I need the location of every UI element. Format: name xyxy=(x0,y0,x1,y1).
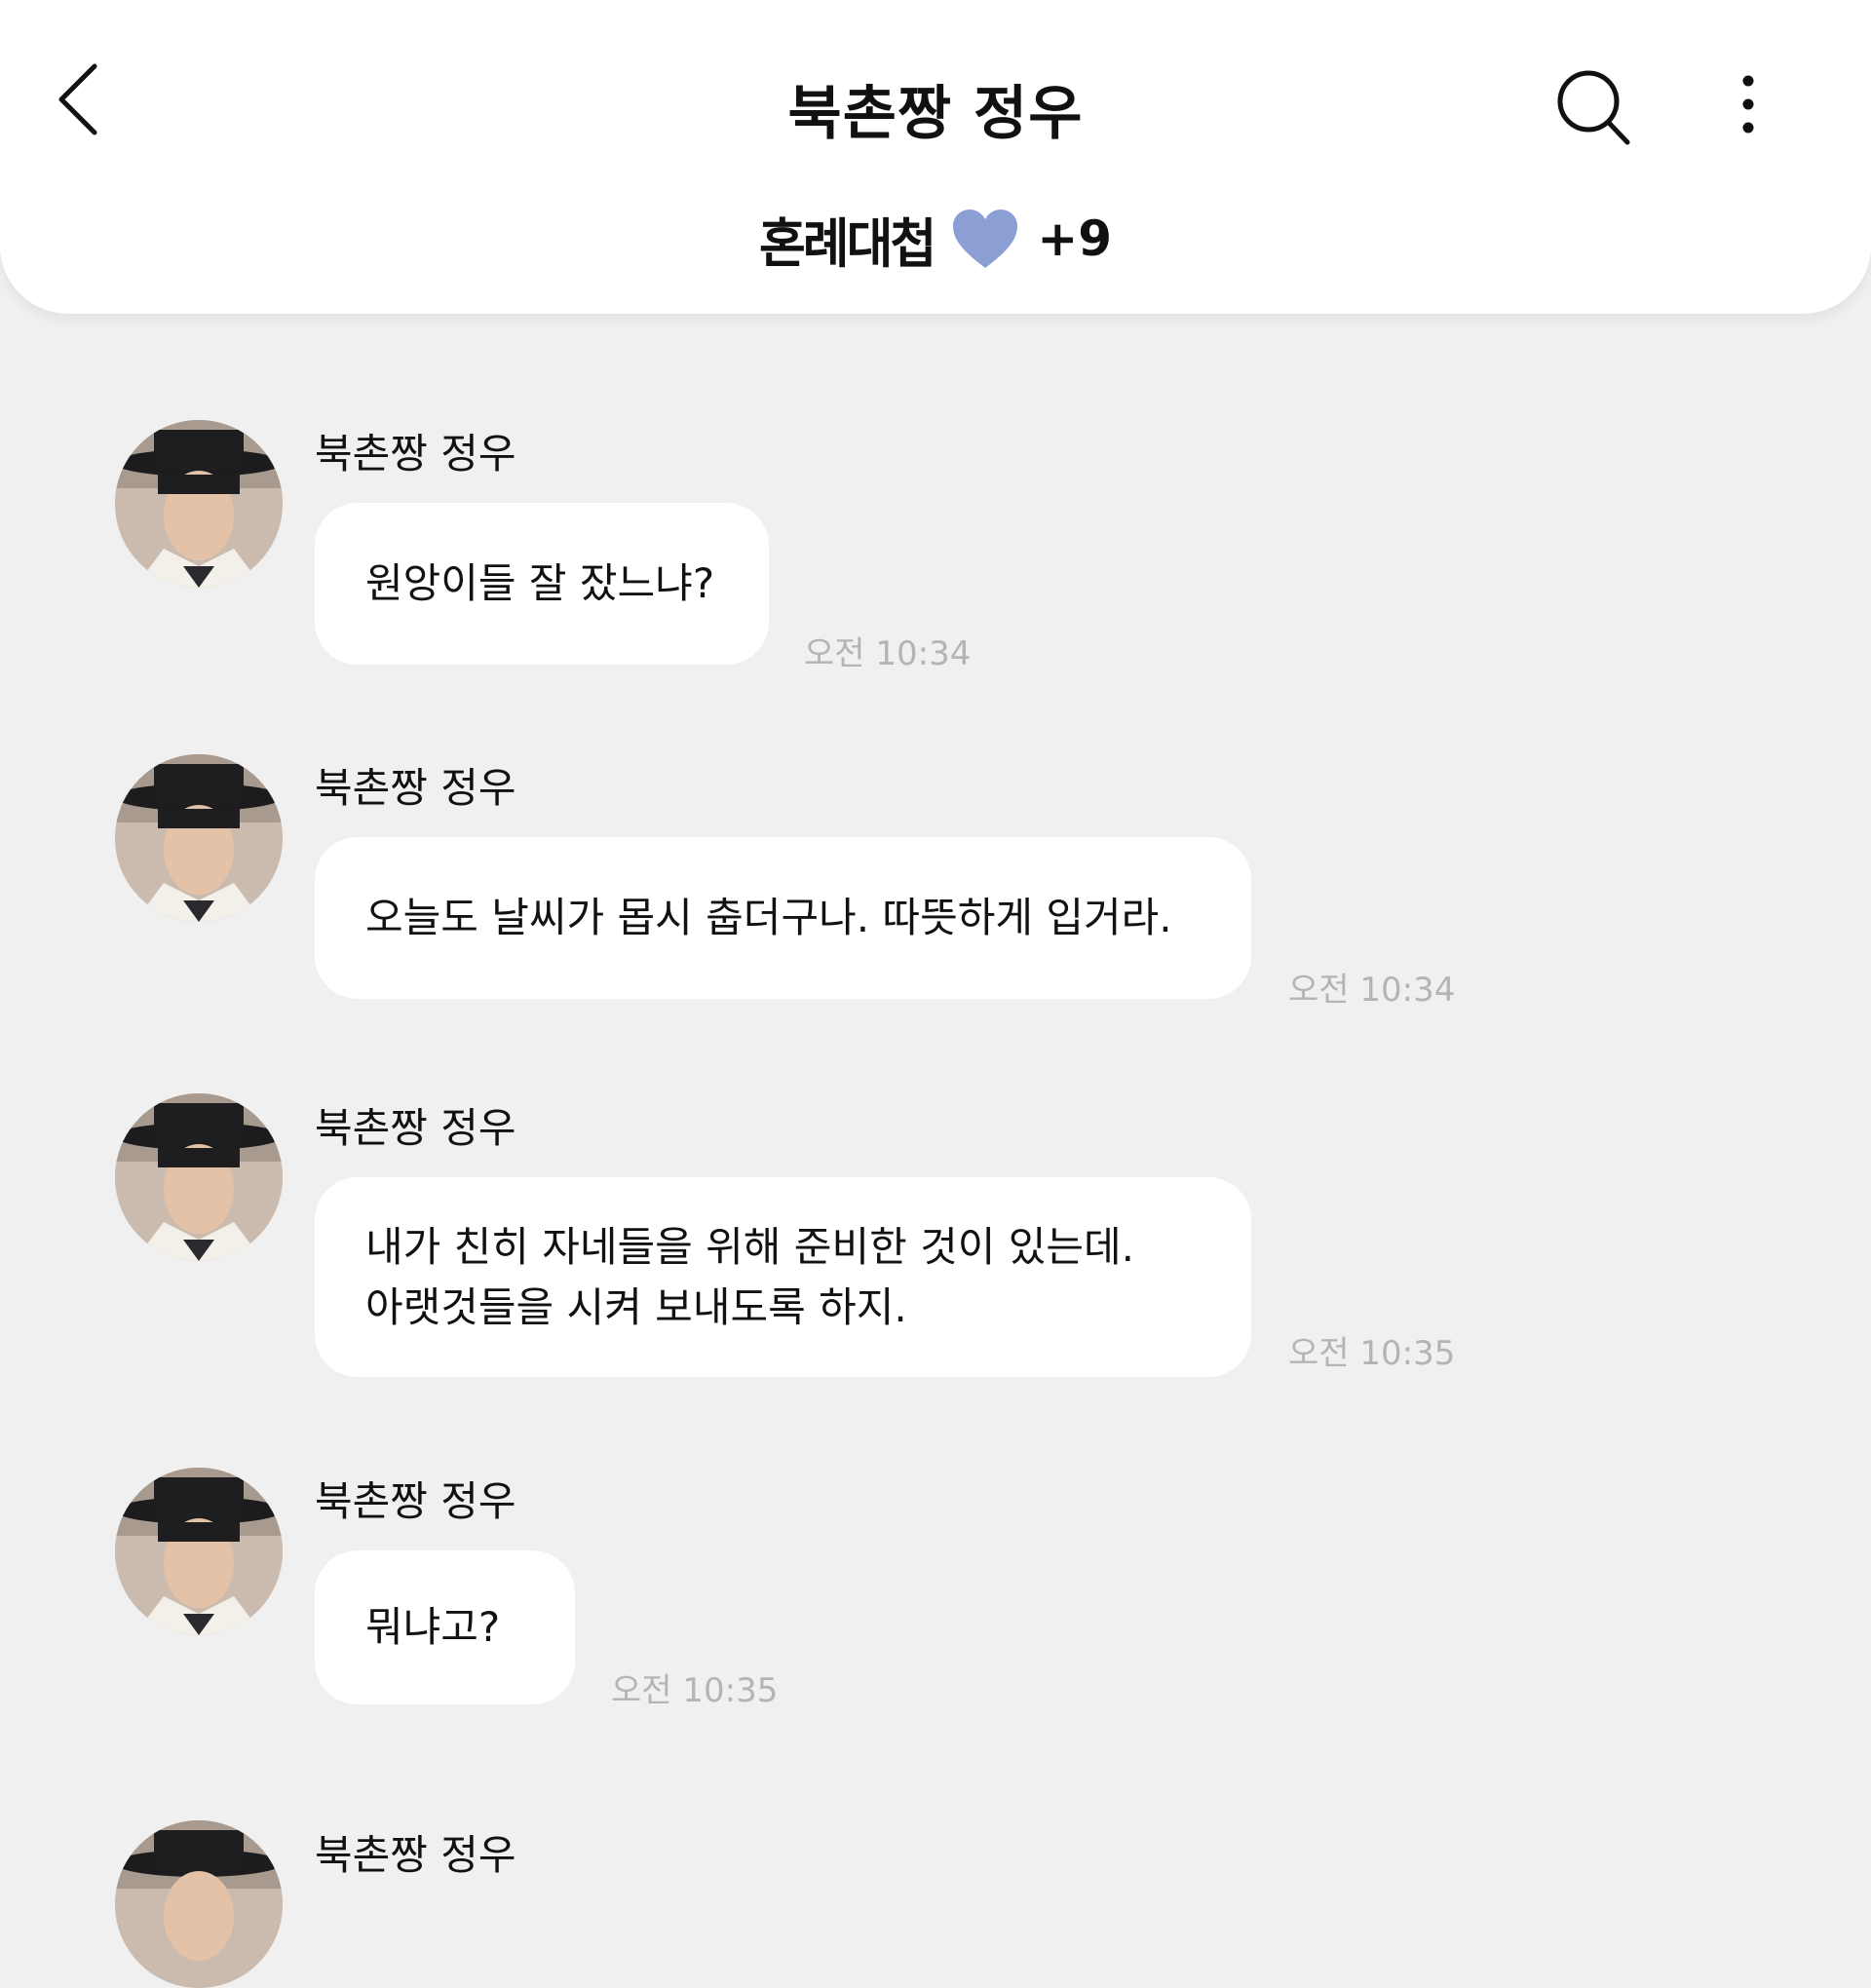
sender-name: 북촌짱 정우 xyxy=(315,430,516,478)
avatar[interactable] xyxy=(115,1468,283,1635)
heart-icon xyxy=(953,210,1018,268)
more-vertical-icon[interactable] xyxy=(1737,72,1760,136)
profile-photo xyxy=(115,1820,283,1988)
message-bubble[interactable]: 뭐냐고? xyxy=(315,1550,575,1704)
message-time: 오전 10:35 xyxy=(1288,1334,1456,1373)
message-time: 오전 10:34 xyxy=(1288,971,1456,1010)
avatar[interactable] xyxy=(115,1820,283,1988)
group-members[interactable]: 혼례대첩 +9 xyxy=(0,200,1871,278)
group-logo: 혼례대첩 xyxy=(758,213,936,276)
profile-photo xyxy=(115,1093,283,1261)
profile-photo xyxy=(115,420,283,588)
sender-name: 북촌짱 정우 xyxy=(315,764,516,812)
message-text-line: 아랫것들을 시켜 보내도록 하지. xyxy=(365,1282,907,1331)
message-text: 뭐냐고? xyxy=(365,1603,501,1651)
profile-photo xyxy=(115,1468,283,1635)
message-text: 원앙이들 잘 잤느냐? xyxy=(365,559,715,607)
message-bubble[interactable]: 오늘도 날씨가 몹시 춥더구나. 따뜻하게 입거라. xyxy=(315,837,1251,999)
message-time: 오전 10:35 xyxy=(611,1671,779,1710)
message-bubble[interactable]: 원앙이들 잘 잤느냐? xyxy=(315,503,769,665)
profile-photo xyxy=(115,754,283,922)
avatar[interactable] xyxy=(115,754,283,922)
chat-header: 북촌짱 정우 혼례대첩 +9 xyxy=(0,0,1871,314)
sender-name: 북촌짱 정우 xyxy=(315,1831,516,1879)
message-bubble[interactable]: 내가 친히 자네들을 위해 준비한 것이 있는데. 아랫것들을 시켜 보내도록 … xyxy=(315,1177,1251,1377)
message-text: 오늘도 날씨가 몹시 춥더구나. 따뜻하게 입거라. xyxy=(365,894,1172,941)
message-time: 오전 10:34 xyxy=(804,634,972,673)
member-count: +9 xyxy=(1037,210,1113,267)
avatar[interactable] xyxy=(115,420,283,588)
sender-name: 북촌짱 정우 xyxy=(315,1104,516,1152)
avatar[interactable] xyxy=(115,1093,283,1261)
search-icon[interactable] xyxy=(1554,66,1632,148)
message-text-line: 내가 친히 자네들을 위해 준비한 것이 있는데. xyxy=(365,1222,1134,1271)
sender-name: 북촌짱 정우 xyxy=(315,1477,516,1525)
